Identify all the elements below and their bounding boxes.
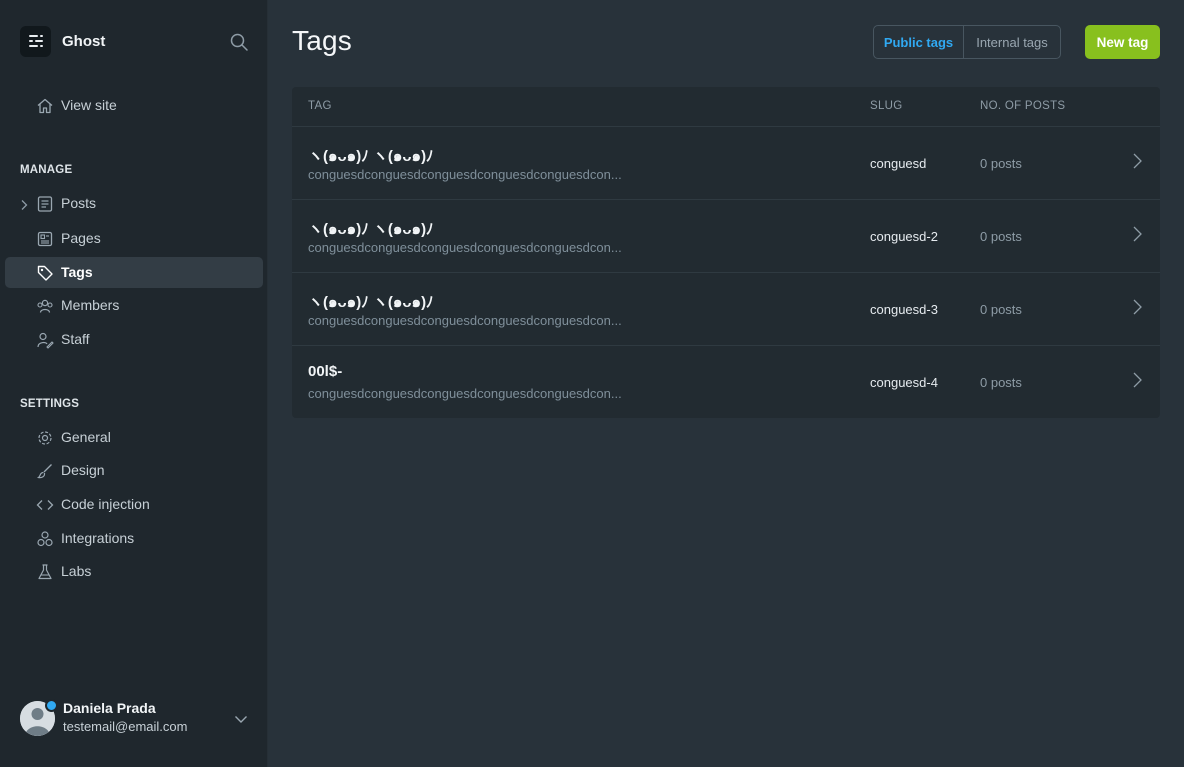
tab-public-tags[interactable]: Public tags [874, 26, 964, 58]
flask-icon [36, 563, 54, 581]
tag-description: conguesdconguesdconguesdconguesdconguesd… [308, 386, 622, 401]
chevron-right-icon[interactable] [1130, 152, 1144, 170]
search-icon[interactable] [229, 32, 249, 52]
tag-name: ヽ(๑ᴗ๑)ﾉ ヽ(๑ᴗ๑)ﾉ [308, 148, 434, 165]
table-row[interactable]: 00l$- conguesdconguesdconguesdconguesdco… [292, 346, 1160, 418]
nav-labs[interactable]: Labs [5, 556, 263, 587]
nav-pages[interactable]: Pages [5, 223, 263, 254]
tab-internal-tags[interactable]: Internal tags [964, 26, 1060, 58]
nav-view-site-label: View site [61, 97, 117, 113]
tag-post-count: 0 posts [980, 156, 1022, 171]
table-row[interactable]: ヽ(๑ᴗ๑)ﾉ ヽ(๑ᴗ๑)ﾉ conguesdconguesdconguesd… [292, 273, 1160, 346]
tag-slug: conguesd-4 [870, 375, 938, 390]
nav-general[interactable]: General [5, 422, 263, 453]
chevron-right-icon[interactable] [19, 198, 29, 210]
brand-name: Ghost [62, 32, 106, 50]
ghost-logo-icon [20, 25, 51, 57]
tag-type-toggle: Public tags Internal tags [873, 25, 1061, 59]
nav-posts-label: Posts [61, 195, 97, 211]
nav-posts[interactable]: Posts [5, 188, 263, 219]
table-header: TAG SLUG NO. OF POSTS [292, 87, 1160, 127]
user-menu-trigger[interactable]: Daniela Prada testemail@email.com [20, 699, 255, 739]
table-row[interactable]: ヽ(๑ᴗ๑)ﾉ ヽ(๑ᴗ๑)ﾉ conguesdconguesdconguesd… [292, 200, 1160, 273]
brush-icon [36, 462, 54, 480]
code-icon [36, 496, 54, 514]
nav-labs-label: Labs [61, 563, 92, 579]
nav-integrations[interactable]: Integrations [5, 523, 263, 554]
nav-tags[interactable]: Tags [5, 257, 263, 288]
nav-view-site[interactable]: View site [5, 90, 263, 121]
new-tag-button[interactable]: New tag [1085, 25, 1160, 59]
tag-description: conguesdconguesdconguesdconguesdconguesd… [308, 167, 622, 182]
posts-icon [36, 195, 54, 213]
tag-post-count: 0 posts [980, 375, 1022, 390]
members-icon [36, 297, 54, 315]
tag-name: ヽ(๑ᴗ๑)ﾉ ヽ(๑ᴗ๑)ﾉ [308, 294, 434, 311]
manage-section-title: MANAGE [20, 164, 73, 176]
tag-name: 00l$- [308, 363, 343, 380]
tag-icon [36, 264, 54, 282]
integrations-icon [36, 530, 54, 548]
column-header-tag: TAG [308, 100, 332, 112]
app-root: Ghost View site MANAGE Posts Pages Tags … [0, 0, 1184, 767]
pages-icon [36, 230, 54, 248]
nav-design-label: Design [61, 462, 105, 478]
nav-tags-label: Tags [61, 264, 93, 280]
tag-slug: conguesd-3 [870, 302, 938, 317]
nav-members-label: Members [61, 297, 120, 313]
gear-icon [36, 429, 54, 447]
user-name: Daniela Prada [63, 700, 156, 716]
nav-staff[interactable]: Staff [5, 324, 263, 355]
tag-description: conguesdconguesdconguesdconguesdconguesd… [308, 313, 622, 328]
nav-general-label: General [61, 429, 111, 445]
staff-icon [36, 331, 54, 349]
tag-name: ヽ(๑ᴗ๑)ﾉ ヽ(๑ᴗ๑)ﾉ [308, 221, 434, 238]
table-row[interactable]: ヽ(๑ᴗ๑)ﾉ ヽ(๑ᴗ๑)ﾉ conguesdconguesdconguesd… [292, 127, 1160, 200]
sidebar: Ghost View site MANAGE Posts Pages Tags … [0, 0, 268, 767]
tags-table: TAG SLUG NO. OF POSTS ヽ(๑ᴗ๑)ﾉ ヽ(๑ᴗ๑)ﾉ co… [292, 87, 1160, 418]
chevron-right-icon[interactable] [1130, 298, 1144, 316]
column-header-slug: SLUG [870, 100, 903, 112]
chevron-right-icon[interactable] [1130, 371, 1144, 389]
tag-description: conguesdconguesdconguesdconguesdconguesd… [308, 240, 622, 255]
tag-post-count: 0 posts [980, 229, 1022, 244]
chevron-right-icon[interactable] [1130, 225, 1144, 243]
chevron-down-icon[interactable] [233, 711, 249, 727]
tag-post-count: 0 posts [980, 302, 1022, 317]
nav-members[interactable]: Members [5, 290, 263, 321]
home-icon [36, 97, 54, 115]
notification-badge [45, 699, 58, 712]
nav-integrations-label: Integrations [61, 530, 135, 546]
nav-design[interactable]: Design [5, 455, 263, 486]
nav-pages-label: Pages [61, 230, 101, 246]
user-email: testemail@email.com [63, 719, 188, 734]
brand[interactable]: Ghost [20, 25, 105, 57]
settings-section-title: SETTINGS [20, 398, 80, 410]
nav-code-injection[interactable]: Code injection [5, 489, 263, 520]
tag-slug: conguesd-2 [870, 229, 938, 244]
column-header-posts: NO. OF POSTS [980, 100, 1066, 112]
page-title: Tags [292, 25, 352, 56]
tag-slug: conguesd [870, 156, 927, 171]
nav-staff-label: Staff [61, 331, 90, 347]
nav-code-injection-label: Code injection [61, 496, 150, 512]
